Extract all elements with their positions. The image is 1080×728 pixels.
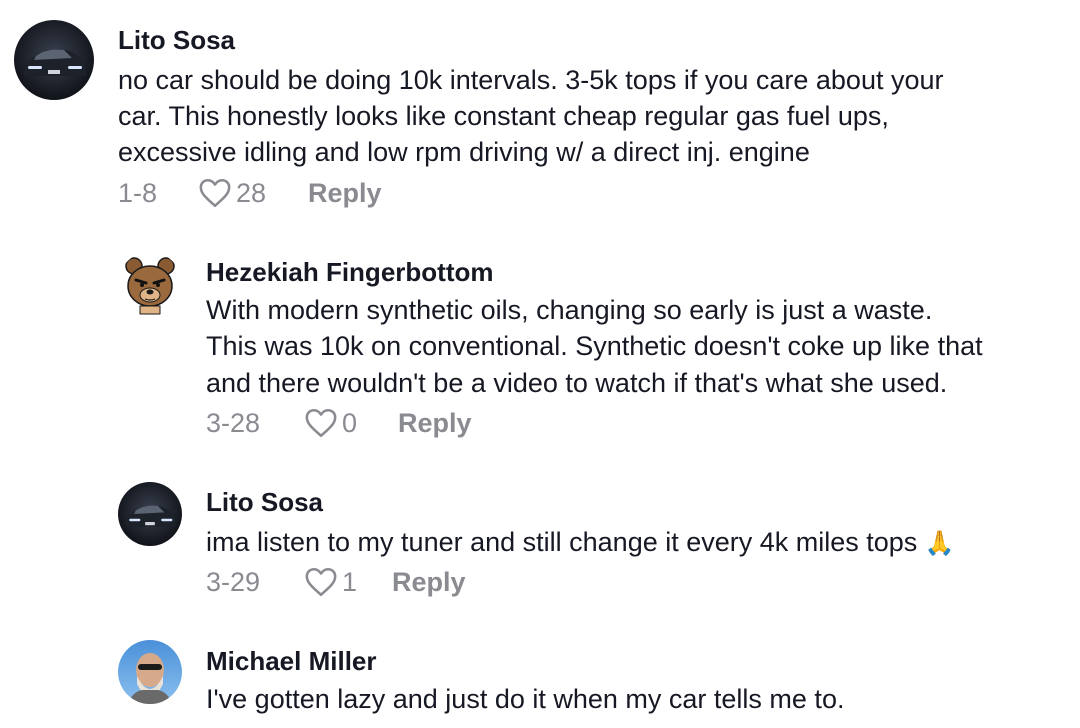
comment-meta: 3-28 0 Reply: [206, 406, 472, 440]
like-button[interactable]: 28: [198, 177, 308, 209]
comment-author[interactable]: Hezekiah Fingerbottom: [206, 257, 493, 287]
comment-date: 3-29: [206, 566, 261, 597]
comment-reply-item: Hezekiah Fingerbottom With modern synthe…: [0, 230, 1080, 470]
car-photo-icon: [14, 20, 94, 100]
praying-hands-emoji: 🙏: [924, 530, 955, 557]
like-count: 1: [342, 566, 358, 597]
comment-author[interactable]: Lito Sosa: [118, 25, 235, 55]
avatar[interactable]: [14, 20, 94, 100]
comment-reply-item: Lito Sosa ima listen to my tuner and sti…: [0, 470, 1080, 620]
like-button[interactable]: 1: [304, 566, 392, 598]
comment-date: 3-28: [206, 407, 261, 438]
like-button[interactable]: 0: [304, 407, 398, 439]
comment-text-line: ima listen to my tuner and still change …: [206, 524, 955, 563]
comment-item: Lito Sosa no car should be doing 10k int…: [0, 0, 1080, 230]
comment-text-line: car. This honestly looks like constant c…: [118, 101, 889, 131]
heart-outline-icon: [199, 178, 231, 208]
comment-author[interactable]: Lito Sosa: [206, 487, 323, 517]
car-photo-icon: [118, 482, 182, 546]
reply-button[interactable]: Reply: [308, 178, 382, 209]
comment-text-line: I've gotten lazy and just do it when my …: [206, 684, 845, 714]
comment-text-line: excessive idling and low rpm driving w/ …: [118, 137, 810, 167]
reply-button[interactable]: Reply: [398, 408, 472, 439]
avatar[interactable]: [118, 252, 182, 316]
comment-meta: 3-29 1 Reply: [206, 565, 466, 599]
comment-text-line: and there wouldn't be a video to watch i…: [206, 368, 948, 398]
like-count: 0: [342, 407, 358, 438]
comment-reply-item: Michael Miller I've gotten lazy and just…: [0, 620, 1080, 728]
comment-text-line: With modern synthetic oils, changing so …: [206, 295, 933, 325]
heart-outline-icon: [305, 408, 337, 438]
heart-outline-icon: [305, 567, 337, 597]
comment-text-line: no car should be doing 10k intervals. 3-…: [118, 65, 944, 95]
avatar[interactable]: [118, 640, 182, 704]
avatar[interactable]: [118, 482, 182, 546]
comment-text: ima listen to my tuner and still change …: [206, 527, 918, 557]
cartoon-bear-icon: [118, 252, 182, 316]
man-sunglasses-photo-icon: [118, 640, 182, 704]
comment-date: 1-8: [118, 177, 158, 208]
reply-button[interactable]: Reply: [392, 567, 466, 598]
comment-text-line: This was 10k on conventional. Synthetic …: [206, 331, 983, 361]
comment-meta: 1-8 28 Reply: [118, 176, 382, 210]
like-count: 28: [236, 177, 267, 208]
comment-author[interactable]: Michael Miller: [206, 646, 377, 676]
